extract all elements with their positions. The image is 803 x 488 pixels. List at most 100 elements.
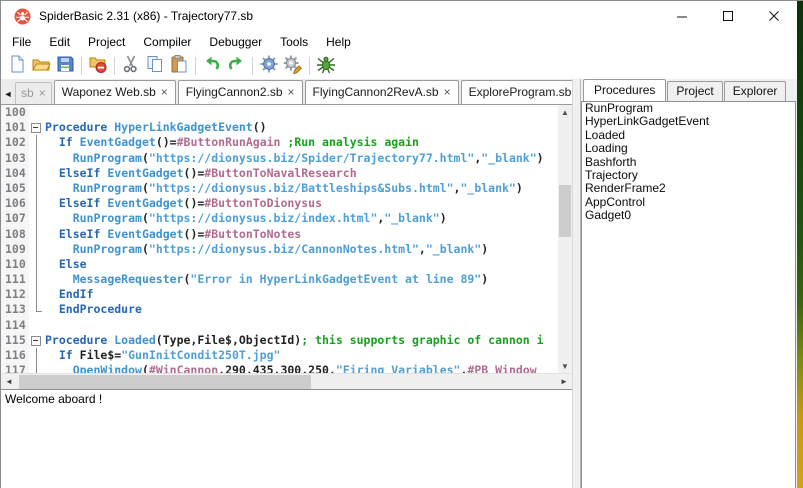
code-line[interactable]: 116 If File$="GunInitCondit250T.jpg"	[1, 348, 558, 364]
compile-run-icon	[259, 54, 279, 79]
line-number: 115	[1, 332, 29, 348]
code-line[interactable]: 100	[1, 105, 558, 121]
editor-tab-flyingcannon2-sb[interactable]: FlyingCannon2.sb ×	[177, 80, 303, 104]
tab-label: sb	[21, 86, 34, 100]
code-line[interactable]: 112 EndIf	[1, 287, 558, 303]
open-file-button[interactable]	[29, 55, 53, 77]
fold-collapse-icon[interactable]	[29, 332, 45, 348]
code-line[interactable]: 105 RunProgram("https://dionysus.biz/Bat…	[1, 180, 558, 197]
code-text: ElseIf EventGadget()=#ButtonToDionysus	[58, 196, 322, 211]
fold-margin	[29, 105, 45, 121]
close-button[interactable]	[751, 1, 797, 31]
line-number: 116	[1, 348, 29, 364]
line-number: 110	[1, 256, 29, 273]
save-file-button[interactable]	[53, 55, 77, 77]
code-line[interactable]: 101 Procedure HyperLinkGadgetEvent()	[1, 120, 558, 136]
undo-button[interactable]	[200, 55, 224, 77]
cut-button[interactable]	[119, 55, 143, 77]
line-number: 100	[1, 105, 29, 121]
menu-help[interactable]: Help	[317, 32, 360, 52]
scroll-down-icon[interactable]: ▼	[558, 359, 572, 373]
code-line[interactable]: 109 RunProgram("https://dionysus.biz/Can…	[1, 241, 558, 258]
toolbar-separator	[81, 57, 82, 75]
code-line[interactable]: 113 EndProcedure	[1, 302, 558, 318]
side-tab-project[interactable]: Project	[667, 81, 723, 101]
code-area[interactable]: 100 101 Procedure HyperLinkGadgetEvent() 10…	[1, 105, 558, 373]
code-text: RunProgram("https://dionysus.biz/Spider/…	[72, 150, 544, 165]
procedure-item-bashforth[interactable]: Bashforth	[582, 155, 795, 169]
code-line[interactable]: 111 MessageRequester("Error in HyperLink…	[1, 272, 558, 288]
code-line[interactable]: 117 OpenWindow(#WinCannon,290,435,300,25…	[1, 363, 558, 373]
scroll-up-icon[interactable]: ▲	[558, 105, 572, 119]
procedure-item-loading[interactable]: Loading	[582, 141, 795, 155]
tab-close-icon[interactable]: ×	[288, 86, 295, 98]
log-panel[interactable]: Welcome aboard !	[1, 389, 572, 488]
panel-splitter[interactable]	[572, 79, 581, 488]
menu-project[interactable]: Project	[79, 32, 134, 52]
save-file-icon	[55, 54, 75, 79]
copy-icon	[145, 54, 165, 79]
editor-tab-flyingcannon2reva-sb[interactable]: FlyingCannon2RevA.sb ×	[304, 80, 459, 104]
line-number: 104	[1, 165, 29, 181]
procedure-item-loaded[interactable]: Loaded	[582, 128, 795, 142]
copy-button[interactable]	[143, 55, 167, 77]
procedures-list[interactable]: RunProgram HyperLinkGadgetEvent Loaded Load…	[581, 101, 796, 488]
code-editor[interactable]: 100 101 Procedure HyperLinkGadgetEvent() 10…	[1, 105, 572, 373]
paste-button[interactable]	[167, 54, 191, 79]
code-text: MessageRequester("Error in HyperLinkGadg…	[72, 272, 489, 287]
redo-button[interactable]	[224, 55, 248, 77]
procedure-item-trajectory[interactable]: Trajectory	[582, 168, 795, 182]
window-title: SpiderBasic 2.31 (x86) - Trajectory77.sb	[39, 9, 254, 23]
code-line[interactable]: 103 RunProgram("https://dionysus.biz/Spi…	[1, 150, 558, 166]
procedure-item-gadget0[interactable]: Gadget0	[582, 208, 795, 222]
code-line[interactable]: 107 RunProgram("https://dionysus.biz/ind…	[1, 211, 558, 227]
fold-collapse-icon[interactable]	[29, 120, 45, 136]
editor-vertical-scrollbar[interactable]: ▲ ▼	[558, 105, 572, 373]
compile-run-button[interactable]	[257, 55, 281, 77]
menu-debugger[interactable]: Debugger	[200, 32, 271, 52]
start-debugger-button[interactable]	[314, 55, 338, 77]
code-line[interactable]: 106 ElseIf EventGadget()=#ButtonToDionys…	[1, 196, 558, 212]
side-tab-procedures[interactable]: Procedures	[583, 79, 667, 101]
menu-compiler[interactable]: Compiler	[134, 32, 200, 52]
editor-horizontal-scrollbar[interactable]: ◄ ►	[1, 373, 572, 389]
editor-tab-bar: ◄ sb × Waponez Web.sb × FlyingCannon2.sb × Flyi…	[1, 79, 638, 105]
line-number: 105	[1, 180, 29, 197]
procedure-item-renderframe2[interactable]: RenderFrame2	[582, 182, 795, 196]
vertical-scroll-thumb[interactable]	[559, 185, 571, 237]
code-line[interactable]: 115 Procedure Loaded(Type,File$,ObjectId)…	[1, 332, 558, 348]
code-line[interactable]: 110 Else	[1, 256, 558, 273]
new-file-button[interactable]	[5, 55, 29, 77]
menu-tools[interactable]: Tools	[271, 32, 317, 52]
title-bar[interactable]: SpiderBasic 2.31 (x86) - Trajectory77.sb	[1, 1, 797, 31]
close-file-button[interactable]	[86, 55, 110, 77]
line-number: 103	[1, 150, 29, 166]
tab-label: Waponez Web.sb	[61, 85, 156, 99]
tab-scroll-left-icon[interactable]: ◄	[1, 84, 15, 104]
procedure-item-appcontrol[interactable]: AppControl	[582, 195, 795, 209]
scroll-left-icon[interactable]: ◄	[1, 374, 17, 390]
code-line[interactable]: 104 ElseIf EventGadget()=#ButtonToNavalR…	[1, 165, 558, 182]
tab-close-icon[interactable]: ×	[161, 86, 168, 98]
side-tab-explorer[interactable]: Explorer	[723, 81, 787, 101]
code-line[interactable]: 108 ElseIf EventGadget()=#ButtonToNotes	[1, 226, 558, 242]
menu-edit[interactable]: Edit	[40, 32, 79, 52]
menu-file[interactable]: File	[3, 32, 40, 52]
editor-tab-waponez-web-sb[interactable]: Waponez Web.sb ×	[53, 80, 176, 104]
horizontal-scroll-thumb[interactable]	[19, 375, 311, 389]
compiler-options-button[interactable]	[281, 55, 305, 77]
scroll-right-icon[interactable]: ►	[556, 374, 572, 390]
code-line[interactable]: 114	[1, 317, 558, 333]
procedure-item-runprogram[interactable]: RunProgram	[582, 101, 795, 115]
paste-icon	[169, 54, 189, 79]
maximize-button[interactable]	[705, 1, 751, 31]
code-line[interactable]: 102 If EventGadget()=#ButtonRunAgain ;Ru…	[1, 135, 558, 151]
tab-close-icon[interactable]: ×	[444, 86, 451, 98]
fold-margin	[29, 317, 45, 333]
tab-close-icon[interactable]: ×	[39, 87, 46, 99]
procedure-item-hyperlinkgadgetevent[interactable]: HyperLinkGadgetEvent	[582, 114, 795, 128]
editor-tab-sb[interactable]: sb ×	[15, 82, 52, 104]
minimize-button[interactable]	[659, 1, 705, 31]
code-text: RunProgram("https://dionysus.biz/CannonN…	[72, 241, 489, 256]
